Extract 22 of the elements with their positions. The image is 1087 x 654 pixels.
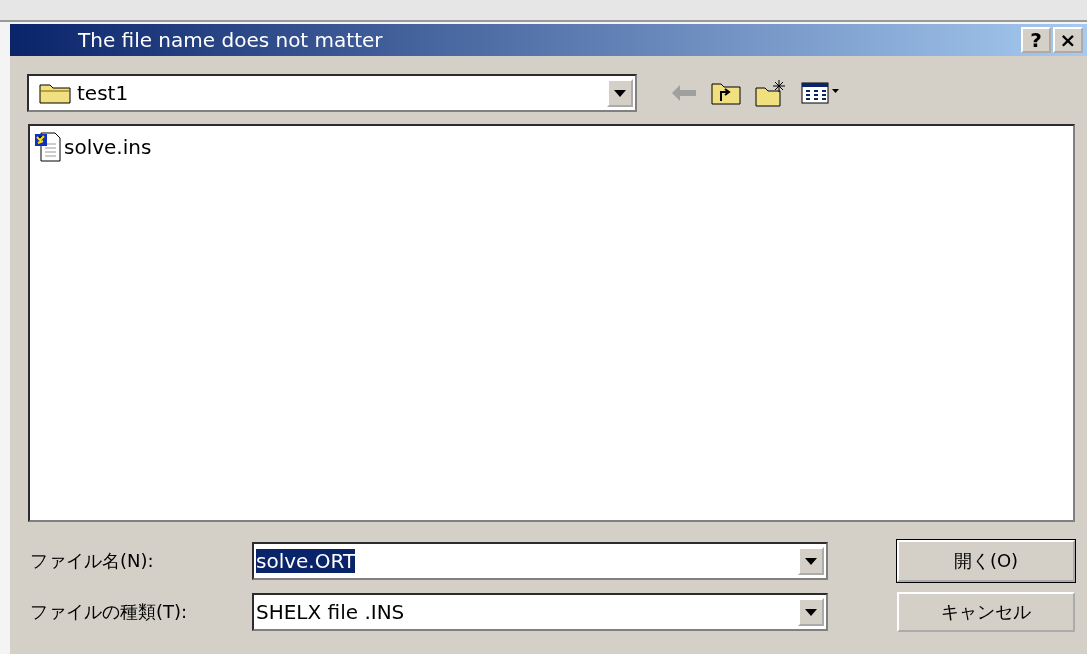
help-button[interactable]: ? bbox=[1021, 27, 1051, 53]
caret-icon bbox=[805, 557, 817, 565]
field-label: ファイル名(N): bbox=[30, 549, 155, 573]
open-button[interactable]: 開く(O) bbox=[897, 540, 1075, 582]
location-dropdown[interactable]: test1 bbox=[27, 74, 637, 112]
file-item[interactable]: solve.ins bbox=[34, 132, 152, 162]
file-name-field[interactable]: solve.ORT bbox=[252, 542, 828, 580]
dropdown-button[interactable] bbox=[798, 547, 824, 575]
field-label: ファイルの種類(T): bbox=[30, 600, 189, 624]
up-folder-icon[interactable] bbox=[711, 81, 741, 105]
file-type-dropdown[interactable]: SHELX file .INS bbox=[252, 593, 828, 631]
cancel-button[interactable]: キャンセル bbox=[897, 592, 1075, 632]
window-title: The file name does not matter bbox=[78, 28, 384, 52]
new-folder-icon[interactable] bbox=[755, 79, 787, 107]
caret-icon bbox=[614, 89, 626, 97]
document-icon bbox=[34, 132, 62, 162]
caret-icon bbox=[805, 608, 817, 616]
view-menu-icon[interactable] bbox=[801, 81, 841, 105]
dropdown-button[interactable] bbox=[798, 598, 824, 626]
folder-icon bbox=[39, 82, 71, 104]
close-button[interactable]: × bbox=[1053, 27, 1083, 53]
dropdown-button[interactable] bbox=[607, 79, 633, 107]
